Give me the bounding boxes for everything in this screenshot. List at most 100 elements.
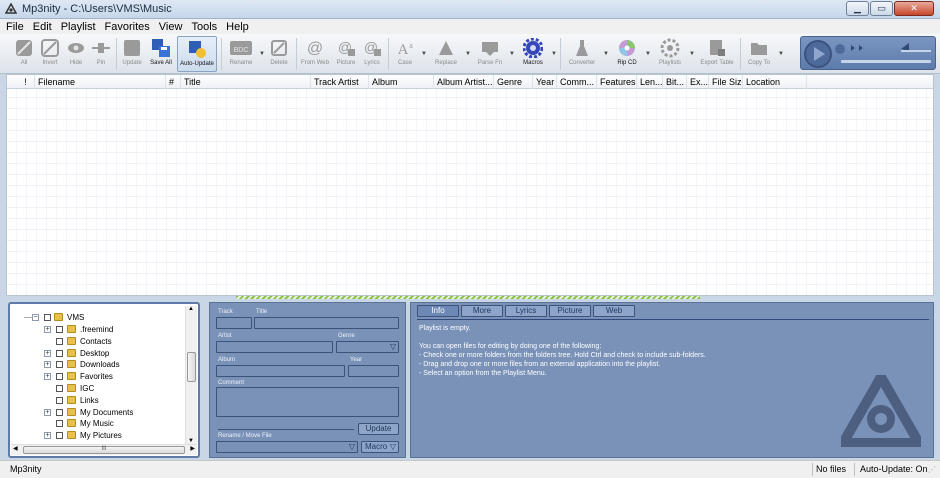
col-extension[interactable]: Ex... [687, 75, 709, 89]
scroll-left-icon[interactable]: ◀ [13, 445, 18, 452]
from-web-button[interactable]: @ From Web [300, 36, 330, 72]
minimize-button[interactable]: ▁ [846, 1, 869, 16]
tree-checkbox[interactable] [56, 396, 63, 404]
rename-move-select[interactable]: ▽ [216, 441, 358, 453]
tree-checkbox[interactable] [56, 385, 63, 392]
scroll-right-icon[interactable]: ▶ [190, 445, 195, 452]
save-all-button[interactable]: Save All [148, 36, 174, 72]
converter-button[interactable]: Converter [566, 36, 598, 72]
tree-item[interactable]: + .freemind [10, 324, 188, 335]
tree-checkbox[interactable] [56, 420, 63, 428]
converter-dropdown-icon[interactable]: ▼ [603, 51, 609, 57]
tree-item[interactable]: + Favorites [10, 371, 188, 382]
tree-item[interactable]: + My Pictures [10, 430, 188, 441]
horizontal-scroll-thumb[interactable]: III [23, 446, 185, 454]
delete-button[interactable]: Delete [266, 36, 292, 72]
copy-to-dropdown-icon[interactable]: ▼ [778, 51, 784, 57]
rip-cd-dropdown-icon[interactable]: ▼ [645, 51, 651, 57]
col-bitrate[interactable]: Bit... [663, 75, 687, 89]
macros-dropdown-icon[interactable]: ▼ [551, 51, 557, 57]
expand-icon[interactable]: + [44, 408, 51, 416]
case-dropdown-icon[interactable]: ▼ [421, 51, 427, 57]
tab-web[interactable]: Web [593, 305, 635, 317]
col-features[interactable]: Features [597, 75, 637, 89]
parse-fn-dropdown-icon[interactable]: ▼ [509, 51, 515, 57]
resize-grip-icon[interactable]: ⋰ [928, 465, 936, 474]
macros-button[interactable]: Macros [518, 36, 548, 72]
tree-checkbox[interactable] [44, 314, 51, 321]
col-track-artist[interactable]: Track Artist [311, 75, 369, 89]
tree-checkbox[interactable] [56, 337, 63, 345]
playlist-grid[interactable]: ! Filename # Title Track Artist Album Al… [6, 74, 934, 296]
tab-info[interactable]: Info [417, 305, 459, 317]
tab-picture[interactable]: Picture [549, 305, 591, 317]
col-track-number[interactable]: # [166, 75, 181, 89]
tree-item[interactable]: IGC [10, 383, 188, 394]
tree-item[interactable]: Links [10, 395, 188, 406]
splitter-handle[interactable] [236, 296, 700, 299]
close-button[interactable]: ✕ [894, 1, 934, 16]
menu-edit[interactable]: Edit [33, 21, 52, 33]
expand-icon[interactable]: + [44, 373, 51, 381]
menu-tools[interactable]: Tools [191, 21, 217, 33]
tree-checkbox[interactable] [56, 349, 63, 357]
parse-fn-button[interactable]: Parse Fn [474, 36, 506, 72]
menu-help[interactable]: Help [226, 21, 249, 33]
rename-dropdown-icon[interactable]: ▼ [259, 51, 265, 57]
tab-lyrics[interactable]: Lyrics [505, 305, 547, 317]
copy-to-button[interactable]: Copy To [744, 36, 774, 72]
year-field[interactable] [348, 365, 399, 377]
tree-horizontal-scrollbar[interactable]: ◀ III ▶ [11, 444, 197, 455]
lyrics-button[interactable]: @ Lyrics [360, 36, 384, 72]
genre-select[interactable]: ▽ [336, 341, 399, 353]
col-title[interactable]: Title [181, 75, 311, 89]
tab-more[interactable]: More [461, 305, 503, 317]
genre-dropdown-icon[interactable]: ▽ [390, 342, 396, 351]
tree-checkbox[interactable] [56, 408, 63, 416]
tree-item[interactable]: Contacts [10, 336, 188, 347]
track-field[interactable] [216, 317, 252, 329]
expand-icon[interactable]: + [44, 361, 51, 369]
case-button[interactable]: Aa Case [392, 36, 418, 72]
picture-button[interactable]: @ Picture [334, 36, 358, 72]
playlists-dropdown-icon[interactable]: ▼ [689, 51, 695, 57]
menu-view[interactable]: View [159, 21, 183, 33]
menu-favorites[interactable]: Favorites [105, 21, 150, 33]
update-button[interactable]: Update [120, 36, 144, 72]
col-filename[interactable]: Filename [35, 75, 166, 89]
folder-tree[interactable]: − VMS + .freemind Contacts + Desktop + Downloa… [8, 302, 200, 458]
scroll-up-icon[interactable]: ▲ [188, 306, 194, 312]
tree-item[interactable]: + My Documents [10, 407, 188, 418]
invert-button[interactable]: Invert [38, 36, 62, 72]
tree-checkbox[interactable] [56, 373, 63, 381]
auto-update-button[interactable]: Auto-Update [177, 36, 217, 72]
vertical-scroll-thumb[interactable] [187, 352, 196, 382]
tree-item[interactable]: + Desktop [10, 348, 188, 359]
menu-file[interactable]: File [6, 21, 24, 33]
pin-button[interactable]: Pin [90, 36, 112, 72]
rename-button[interactable]: BDC Rename [226, 36, 256, 72]
artist-field[interactable] [216, 341, 333, 353]
update-tag-button[interactable]: Update [358, 423, 399, 435]
col-file-size[interactable]: File Size [709, 75, 743, 89]
col-album-artist[interactable]: Album Artist... [434, 75, 494, 89]
rename-move-dropdown-icon[interactable]: ▽ [349, 442, 355, 451]
col-length[interactable]: Len... [637, 75, 663, 89]
col-flag[interactable]: ! [17, 75, 35, 89]
playlists-button[interactable]: Playlists [654, 36, 686, 72]
expand-icon[interactable]: + [44, 432, 51, 440]
col-genre[interactable]: Genre [494, 75, 533, 89]
maximize-button[interactable]: ▭ [870, 1, 893, 16]
hide-button[interactable]: Hide [64, 36, 88, 72]
collapse-icon[interactable]: − [32, 314, 39, 321]
rip-cd-button[interactable]: Rip CD [612, 36, 642, 72]
col-year[interactable]: Year [533, 75, 557, 89]
col-comment[interactable]: Comm... [557, 75, 597, 89]
album-field[interactable] [216, 365, 345, 377]
tree-item-vms[interactable]: − VMS [10, 312, 190, 323]
expand-icon[interactable]: + [44, 326, 51, 333]
comment-field[interactable] [216, 387, 399, 417]
col-album[interactable]: Album [369, 75, 434, 89]
select-all-button[interactable]: All [12, 36, 36, 72]
tree-checkbox[interactable] [56, 432, 63, 440]
